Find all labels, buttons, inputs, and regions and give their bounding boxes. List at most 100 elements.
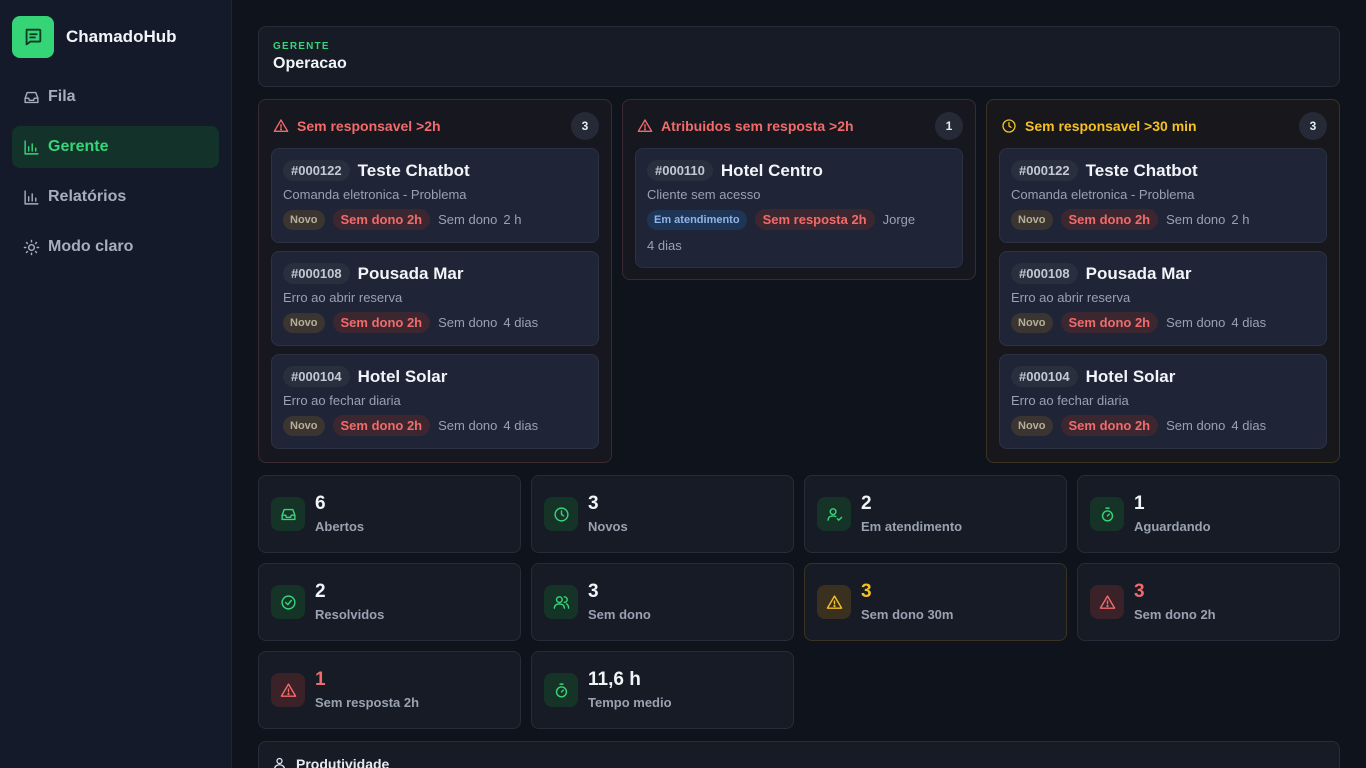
owner-text: Sem dono [438, 418, 498, 433]
stat-label: Resolvidos [315, 607, 385, 622]
stat-card-sem-dono[interactable]: 3 Sem dono [531, 563, 794, 641]
stat-card-abertos[interactable]: 6 Abertos [258, 475, 521, 553]
sun-icon [23, 239, 40, 256]
owner-text: Sem dono [1166, 212, 1226, 227]
stat-card-tempo-medio[interactable]: 11,6 h Tempo medio [531, 651, 794, 729]
ticket-description: Cliente sem acesso [647, 187, 761, 202]
ticket-description: Erro ao fechar diaria [283, 393, 401, 408]
stat-label: Abertos [315, 519, 365, 534]
status-badge: Novo [1011, 312, 1053, 333]
stat-card-sem-resposta-2h[interactable]: 1 Sem resposta 2h [258, 651, 521, 729]
alert-badge: Sem dono 2h [332, 415, 431, 436]
alert-column-unassigned-30min: Sem responsavel >30 min 3 #000122 Teste … [986, 99, 1340, 463]
ticket-card[interactable]: #000108 Pousada Mar Erro ao abrir reserv… [271, 251, 599, 346]
clock-icon [1001, 118, 1017, 134]
ticket-description: Erro ao fechar diaria [1011, 393, 1129, 408]
status-badge: Novo [283, 312, 325, 333]
stat-card-aguardando[interactable]: 1 Aguardando [1077, 475, 1340, 553]
sidebar-item-modo-claro[interactable]: Modo claro [12, 226, 219, 268]
stat-card-em-atendimento[interactable]: 2 Em atendimento [804, 475, 1067, 553]
stat-value: 11,6 h [588, 669, 641, 690]
age-text: 4 dias [1231, 315, 1267, 330]
inbox-icon [23, 89, 40, 106]
timer-icon [544, 673, 578, 707]
stat-label: Sem dono [588, 607, 651, 622]
age-text: 2 h [503, 212, 522, 227]
alert-triangle-icon [817, 585, 851, 619]
stat-label: Em atendimento [861, 519, 963, 534]
ticket-name: Pousada Mar [357, 263, 464, 283]
ticket-id: #000122 [283, 160, 350, 181]
ticket-card[interactable]: #000104 Hotel Solar Erro ao fechar diari… [999, 354, 1327, 449]
owner-text: Sem dono [1166, 418, 1226, 433]
ticket-name: Hotel Centro [720, 160, 823, 180]
ticket-id: #000110 [647, 160, 713, 181]
user-icon [272, 756, 287, 768]
ticket-id: #000108 [1011, 263, 1078, 284]
productivity-title: Produtividade [296, 756, 390, 768]
alert-column-unassigned-2h: Sem responsavel >2h 3 #000122 Teste Chat… [258, 99, 612, 463]
brand[interactable]: ChamadoHub [12, 16, 177, 58]
sidebar-item-fila[interactable]: Fila [12, 76, 219, 118]
stat-value: 2 [315, 581, 326, 602]
stat-card-resolvidos[interactable]: 2 Resolvidos [258, 563, 521, 641]
age-text: 4 dias [647, 238, 682, 253]
users-icon [544, 585, 578, 619]
ticket-card[interactable]: #000104 Hotel Solar Erro ao fechar diari… [271, 354, 599, 449]
page-header: GERENTE Operacao [258, 26, 1340, 87]
stat-card-sem-dono-2h[interactable]: 3 Sem dono 2h [1077, 563, 1340, 641]
age-text: 4 dias [1231, 418, 1267, 433]
sidebar-item-label: Gerente [48, 138, 109, 155]
stat-label: Sem dono 2h [1134, 607, 1216, 622]
app-name: ChamadoHub [66, 27, 177, 46]
ticket-card[interactable]: #000110 Hotel Centro Cliente sem acesso … [635, 148, 963, 268]
alert-badge: Sem dono 2h [1060, 415, 1159, 436]
stat-value: 3 [588, 493, 599, 514]
stat-value: 1 [315, 669, 326, 690]
ticket-id: #000108 [283, 263, 350, 284]
alert-badge: Sem dono 2h [332, 312, 431, 333]
alert-badge: Sem dono 2h [1060, 209, 1159, 230]
alert-triangle-icon [1090, 585, 1124, 619]
age-text: 4 dias [503, 418, 539, 433]
sidebar-item-relatorios[interactable]: Relatórios [12, 176, 219, 218]
sidebar-item-label: Fila [48, 88, 76, 105]
sidebar-item-label: Relatórios [48, 188, 127, 205]
bar-chart-icon [23, 139, 40, 156]
sidebar-item-gerente[interactable]: Gerente [12, 126, 219, 168]
timer-icon [1090, 497, 1124, 531]
column-count-badge: 3 [571, 112, 599, 140]
column-title: Atribuidos sem resposta >2h [661, 118, 854, 134]
stat-card-novos[interactable]: 3 Novos [531, 475, 794, 553]
ticket-card[interactable]: #000108 Pousada Mar Erro ao abrir reserv… [999, 251, 1327, 346]
status-badge: Novo [283, 415, 325, 436]
stat-value: 2 [861, 493, 872, 514]
stat-value: 3 [588, 581, 599, 602]
stat-label: Sem resposta 2h [315, 695, 420, 710]
assignee-text: Jorge [882, 212, 916, 227]
alert-triangle-icon [637, 118, 653, 134]
stat-label: Novos [588, 519, 628, 534]
ticket-id: #000122 [1011, 160, 1078, 181]
stat-card-sem-dono-30m[interactable]: 3 Sem dono 30m [804, 563, 1067, 641]
productivity-panel: Produtividade [258, 741, 1340, 768]
column-count-badge: 3 [1299, 112, 1327, 140]
ticket-name: Hotel Solar [357, 366, 448, 386]
ticket-name: Teste Chatbot [1085, 160, 1198, 180]
alert-triangle-icon [271, 673, 305, 707]
alert-badge: Sem dono 2h [1060, 312, 1159, 333]
ticket-name: Hotel Solar [1085, 366, 1176, 386]
clock-icon [544, 497, 578, 531]
ticket-card[interactable]: #000122 Teste Chatbot Comanda eletronica… [999, 148, 1327, 243]
inbox-icon [271, 497, 305, 531]
ticket-name: Pousada Mar [1085, 263, 1192, 283]
page-title: Operacao [273, 55, 347, 72]
stat-label: Tempo medio [588, 695, 672, 710]
status-badge: Em atendimento [647, 209, 747, 230]
stat-value: 1 [1134, 493, 1145, 514]
ticket-id: #000104 [1011, 366, 1078, 387]
sidebar: ChamadoHub Fila Gerente Relatórios Modo … [0, 0, 232, 768]
owner-text: Sem dono [1166, 315, 1226, 330]
age-text: 4 dias [503, 315, 539, 330]
ticket-card[interactable]: #000122 Teste Chatbot Comanda eletronica… [271, 148, 599, 243]
